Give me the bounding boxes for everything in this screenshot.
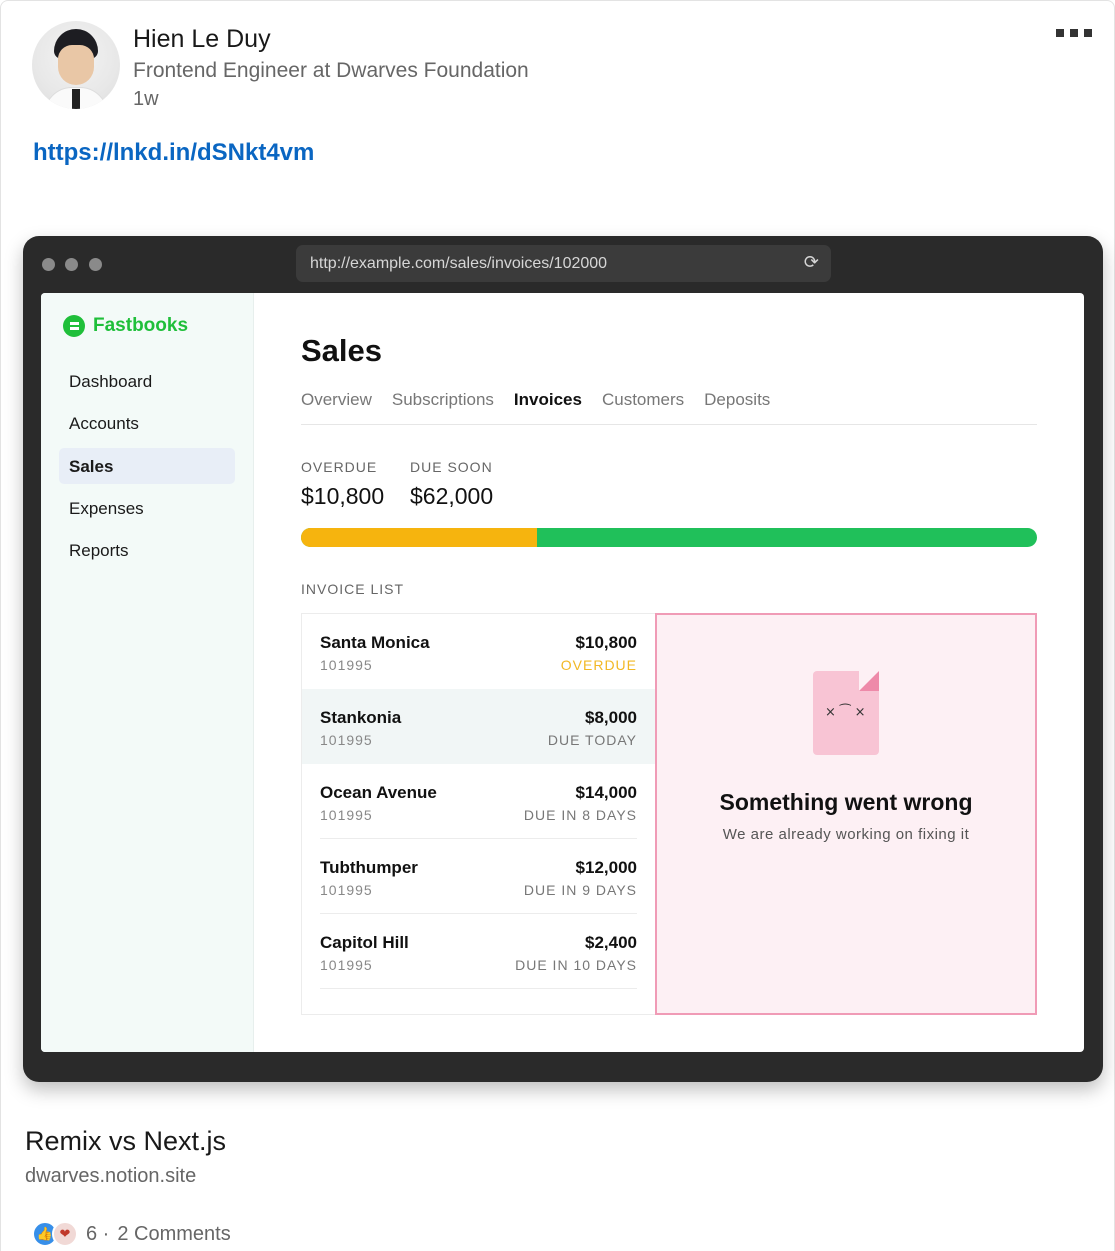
author-headline: Frontend Engineer at Dwarves Foundation [133, 59, 529, 82]
invoice-id: 101995 [320, 807, 373, 823]
invoice-row: Tubthumper 101995 $12,000 DUE IN 9 DAYS [302, 839, 655, 914]
window-dot-icon [42, 258, 55, 271]
tab-overview: Overview [301, 390, 372, 409]
invoice-amount: $2,400 [585, 933, 637, 952]
more-options-icon[interactable] [1056, 29, 1096, 39]
link-preview-domain: dwarves.notion.site [25, 1165, 197, 1187]
error-subtitle: We are already working on fixing it [722, 826, 970, 843]
address-url: http://example.com/sales/invoices/102000 [310, 255, 608, 272]
sidebar-item-expenses: Expenses [69, 499, 144, 518]
reload-icon: ⟳ [803, 252, 819, 272]
invoice-status: DUE IN 8 DAYS [523, 807, 637, 823]
social-counts: 👍 ❤ 6 · 2 Comments [32, 1221, 231, 1247]
invoice-list-heading: INVOICE LIST [301, 581, 405, 597]
tab-invoices: Invoices [513, 390, 582, 409]
due-soon-value: $62,000 [410, 483, 494, 509]
fastbooks-logo-icon [63, 315, 85, 337]
comments-count-link[interactable]: 2 Comments [117, 1223, 230, 1246]
post-link[interactable]: https://lnkd.in/dSNkt4vm [33, 139, 314, 167]
browser-mockup-image[interactable]: http://example.com/sales/invoices/102000… [23, 236, 1103, 1082]
invoice-row: Ocean Avenue 101995 $14,000 DUE IN 8 DAY… [302, 764, 655, 839]
app-screen: Fastbooks Dashboard Accounts Sales Expen… [41, 293, 1084, 1052]
overdue-fill [301, 528, 537, 547]
tab-deposits: Deposits [704, 390, 771, 409]
app-sidebar: Fastbooks Dashboard Accounts Sales Expen… [41, 293, 254, 1052]
address-bar: http://example.com/sales/invoices/102000… [296, 245, 831, 282]
invoice-id: 101995 [320, 882, 373, 898]
invoice-amount: $14,000 [575, 783, 637, 802]
sidebar-item-accounts: Accounts [69, 414, 139, 433]
brand-name: Fastbooks [93, 315, 189, 336]
invoice-row: Santa Monica 101995 $10,800 OVERDUE [302, 614, 655, 689]
sad-document-icon: × ⁀ × [813, 671, 879, 755]
error-title: Something went wrong [719, 789, 973, 815]
invoice-status: DUE TODAY [547, 732, 637, 748]
invoice-amount: $10,800 [575, 633, 637, 652]
link-preview-title[interactable]: Remix vs Next.js [25, 1126, 226, 1157]
tab-customers: Customers [601, 390, 685, 409]
sidebar-item-dashboard: Dashboard [69, 372, 153, 391]
invoice-status: DUE IN 10 DAYS [515, 957, 637, 973]
celebrate-reaction-icon[interactable]: ❤ [52, 1221, 78, 1247]
invoice-id: 101995 [320, 657, 373, 673]
sidebar-item-sales: Sales [59, 448, 235, 484]
sad-face-icon: × ⁀ × [825, 705, 866, 720]
invoice-name: Tubthumper [320, 858, 418, 877]
invoice-status: OVERDUE [560, 657, 637, 673]
due-progress-bar [301, 528, 1037, 547]
overdue-label: OVERDUE [301, 459, 378, 475]
post-timestamp: 1w [133, 88, 159, 110]
invoice-name: Capitol Hill [320, 933, 409, 952]
linkedin-post-card: Hien Le Duy Frontend Engineer at Dwarves… [0, 0, 1115, 1251]
invoice-row: Capitol Hill 101995 $2,400 DUE IN 10 DAY… [302, 914, 655, 989]
window-dot-icon [65, 258, 78, 271]
error-panel: × ⁀ × Something went wrong We are alread… [655, 613, 1037, 1015]
invoice-list: Santa Monica 101995 $10,800 OVERDUE Stan… [301, 613, 655, 1015]
invoice-amount: $8,000 [585, 708, 637, 727]
author-name[interactable]: Hien Le Duy [133, 25, 271, 54]
page-title: Sales [301, 333, 383, 368]
tab-subscriptions: Subscriptions [391, 390, 494, 409]
overdue-value: $10,800 [301, 483, 385, 509]
sidebar-item-reports: Reports [69, 541, 129, 560]
reaction-count[interactable]: 6 · [86, 1223, 109, 1246]
invoice-name: Santa Monica [320, 633, 430, 652]
invoice-id: 101995 [320, 957, 373, 973]
invoice-id: 101995 [320, 732, 373, 748]
due-soon-label: DUE SOON [410, 459, 493, 475]
sales-tabs: Overview Subscriptions Invoices Customer… [301, 390, 1037, 425]
author-avatar[interactable] [32, 21, 120, 109]
invoice-row: Stankonia 101995 $8,000 DUE TODAY [302, 689, 655, 764]
invoice-status: DUE IN 9 DAYS [523, 882, 637, 898]
brand-logo: Fastbooks [63, 315, 188, 337]
window-dot-icon [89, 258, 102, 271]
app-main: Sales Overview Subscriptions Invoices Cu… [301, 293, 1037, 1052]
invoice-name: Ocean Avenue [320, 783, 437, 802]
invoice-name: Stankonia [320, 708, 402, 727]
invoice-amount: $12,000 [575, 858, 637, 877]
